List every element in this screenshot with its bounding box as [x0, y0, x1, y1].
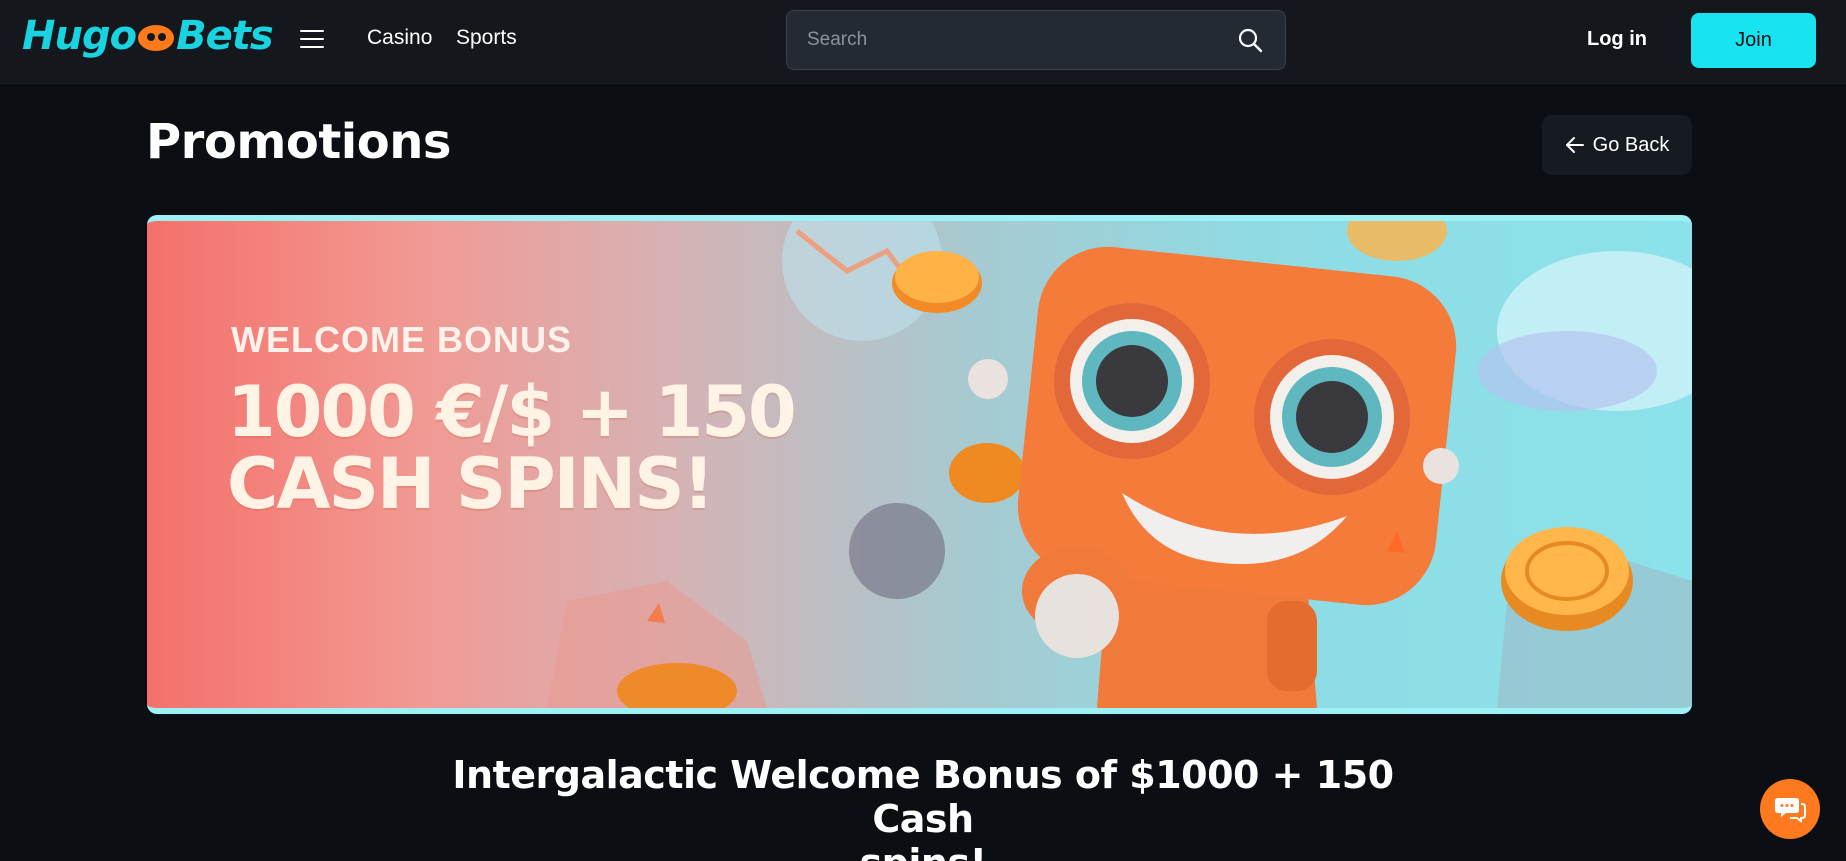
banner-headline-line1: 1000 €/$ + 150	[227, 371, 797, 453]
banner-eyebrow: WELCOME BONUS	[231, 319, 572, 360]
hugobets-logo[interactable]: Hugo Bets	[22, 13, 274, 59]
arrow-left-icon	[1565, 137, 1584, 153]
nav-sports-link[interactable]: Sports	[456, 26, 517, 50]
go-back-button[interactable]: Go Back	[1542, 115, 1692, 175]
login-link[interactable]: Log in	[1587, 28, 1647, 51]
nav-casino-link[interactable]: Casino	[367, 26, 432, 50]
logo-mascot-icon	[138, 25, 175, 51]
join-button[interactable]: Join	[1691, 13, 1816, 68]
logo-text-right: Bets	[176, 13, 274, 59]
menu-icon[interactable]	[300, 30, 324, 50]
chat-icon	[1775, 798, 1806, 823]
top-navigation-bar: Hugo Bets Casino Sports Log in Join	[0, 0, 1846, 84]
promotion-heading-line1: Intergalactic Welcome Bonus of $1000 + 1…	[452, 753, 1394, 841]
banner-headline-line2: CASH SPINS!	[227, 443, 715, 525]
welcome-bonus-banner[interactable]: WELCOME BONUS 1000 €/$ + 150 CASH SPINS!	[147, 215, 1692, 714]
go-back-label: Go Back	[1592, 133, 1670, 156]
page-title: Promotions	[146, 114, 451, 170]
logo-text-left: Hugo	[22, 13, 137, 59]
promotion-heading: Intergalactic Welcome Bonus of $1000 + 1…	[423, 753, 1423, 861]
search-icon[interactable]	[1237, 27, 1263, 53]
search-input[interactable]	[787, 11, 1227, 69]
chat-button[interactable]	[1760, 779, 1820, 839]
search-box	[786, 10, 1286, 70]
promotion-heading-line2: spins!	[860, 841, 987, 861]
